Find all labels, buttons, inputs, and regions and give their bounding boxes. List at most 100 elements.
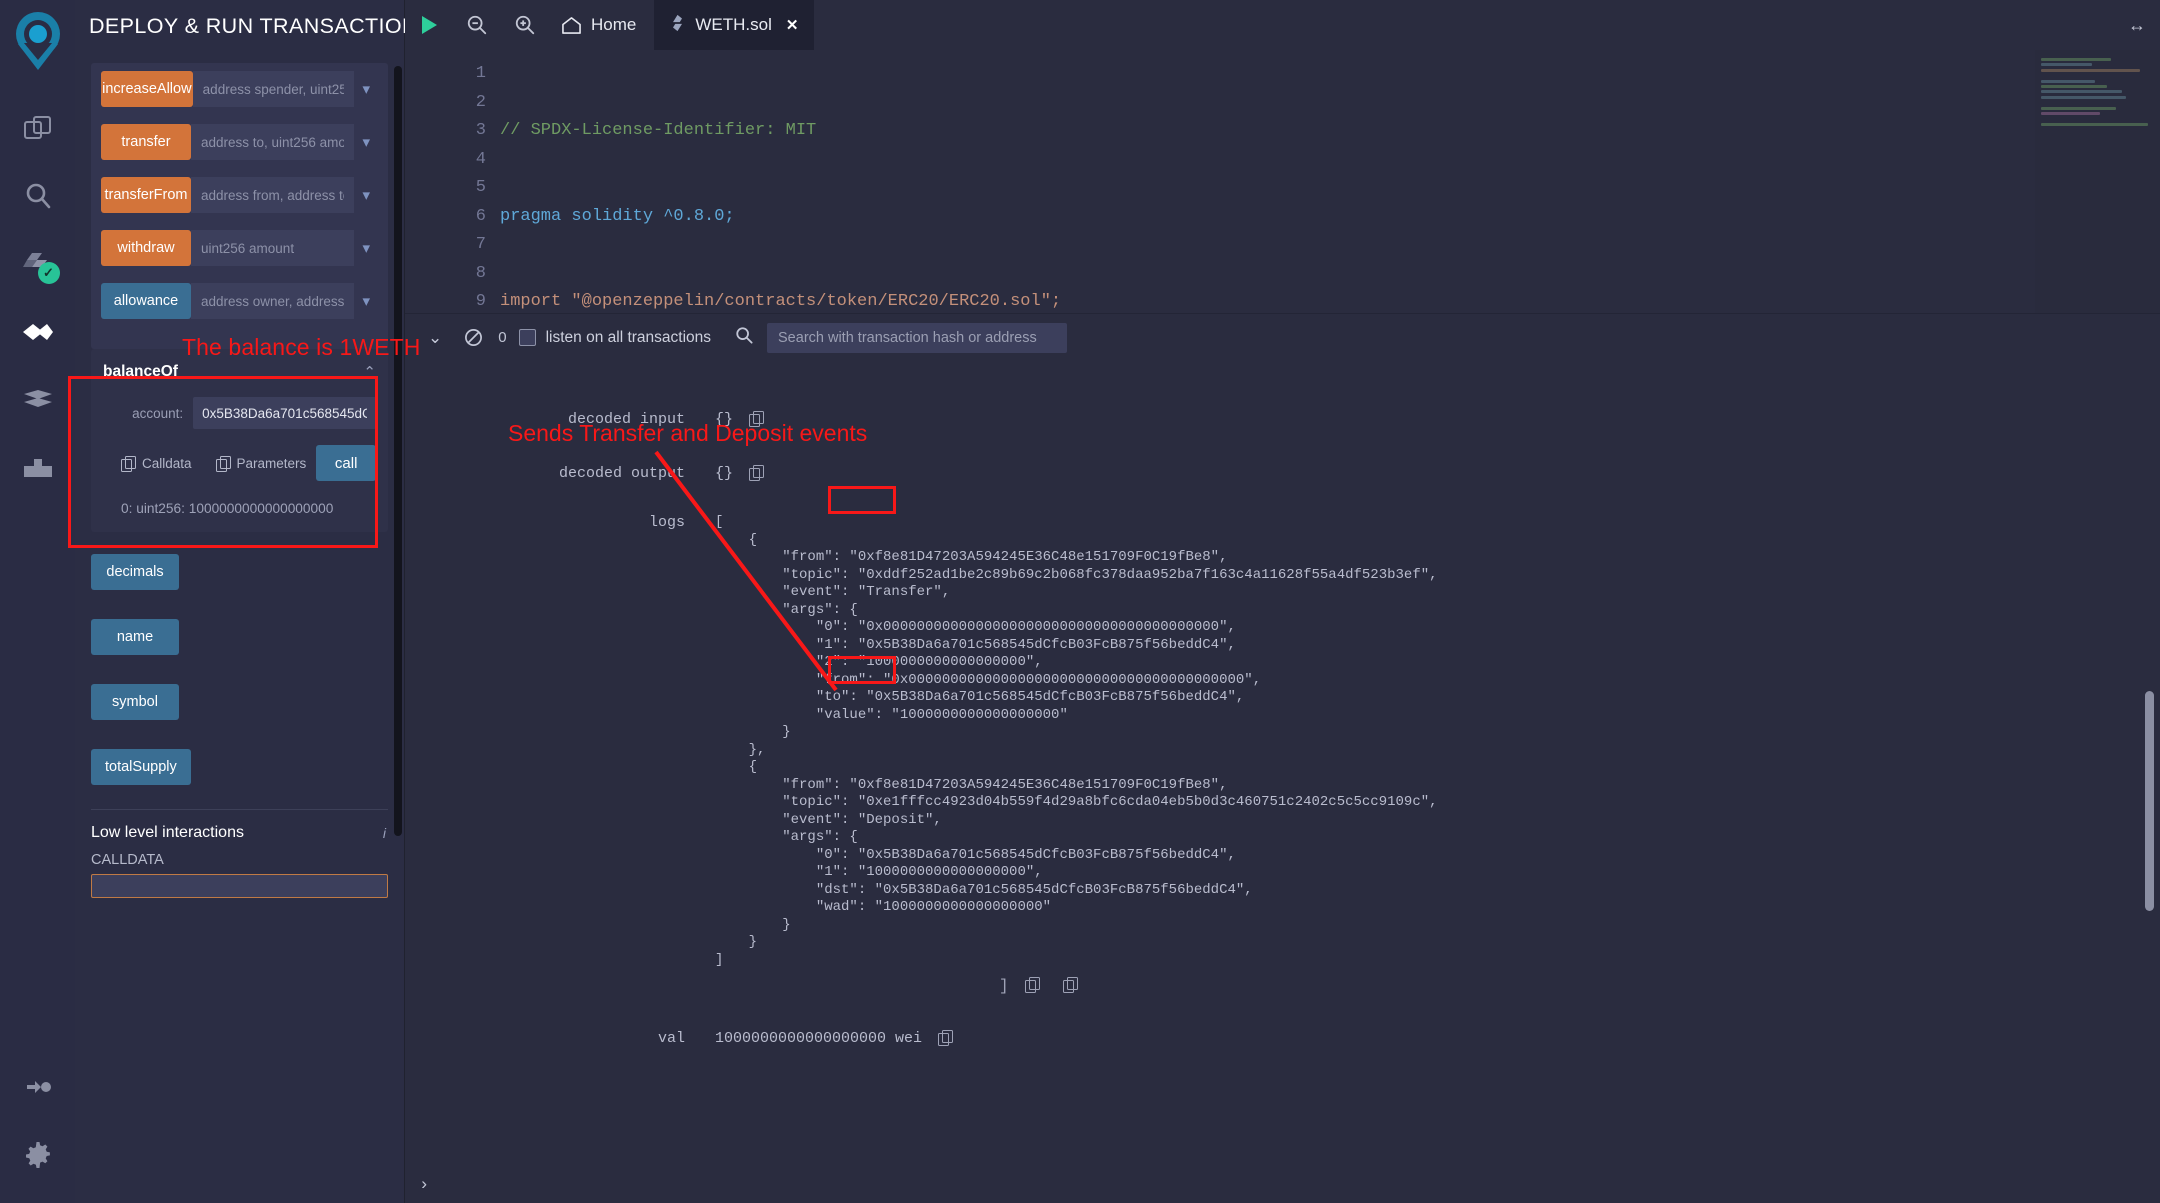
tab-home[interactable]: Home (549, 0, 654, 50)
compiler-success-badge: ✓ (37, 262, 60, 284)
terminal-console[interactable]: decoded input {} decoded output {} logs … (405, 361, 2160, 1203)
line-number: 1 (475, 64, 486, 83)
account-input[interactable] (193, 397, 376, 429)
name-button[interactable]: name (91, 619, 179, 655)
transfer-params-input[interactable] (191, 124, 355, 160)
line-number: 8 (475, 263, 486, 283)
totalSupply-row: totalSupply (75, 749, 404, 785)
function-row-transfer: transfer ▾ (91, 124, 388, 160)
zoom-out-icon[interactable] (453, 0, 501, 50)
logs-copy-row: ] (715, 977, 2160, 995)
remix-logo[interactable] (10, 10, 66, 72)
transferFrom-params-input[interactable] (191, 177, 355, 213)
code-line: import "@openzeppelin/contracts/token/ER… (500, 288, 2160, 313)
row-value: 1000000000000000000 wei (715, 1030, 923, 1047)
row-value: {} (715, 465, 734, 482)
withdraw-button[interactable]: withdraw (101, 230, 191, 266)
tab-weth-sol[interactable]: WETH.sol ✕ (654, 0, 815, 50)
solidity-file-icon (670, 14, 685, 37)
contract-functions-card: increaseAllow ▾ transfer ▾ transferFrom … (91, 63, 388, 349)
call-button[interactable]: call (316, 445, 376, 481)
balanceOf-result: 0: uint256: 1000000000000000000 (121, 501, 334, 516)
totalSupply-button[interactable]: totalSupply (91, 749, 191, 785)
transaction-search-input[interactable] (767, 322, 1068, 353)
low-level-title: Low level interactions (91, 824, 244, 841)
plugin-manager-icon[interactable] (8, 1053, 68, 1121)
console-prompt[interactable]: › (419, 1176, 429, 1195)
row-key: decoded output (558, 465, 685, 482)
copy-parameters-action[interactable]: Parameters (215, 455, 306, 472)
calldata-label: CALLDATA (91, 852, 164, 868)
function-row-increaseAllowance: increaseAllow ▾ (91, 71, 388, 107)
console-row-decoded-output: decoded output {} (405, 465, 2160, 482)
chevron-down-icon[interactable]: ▾ (354, 239, 378, 257)
settings-icon[interactable] (8, 1121, 68, 1189)
editor-minimap[interactable] (2035, 50, 2160, 313)
line-number: 7 (475, 235, 486, 254)
solidity-compiler-icon[interactable]: ✓ (8, 230, 68, 298)
account-label: account: (132, 405, 184, 421)
console-scrollbar[interactable] (2145, 691, 2154, 911)
pending-transactions-count: 0 (498, 329, 507, 346)
chevron-down-icon[interactable]: ▾ (354, 292, 378, 310)
code-content[interactable]: // SPDX-License-Identifier: MIT pragma s… (500, 50, 2160, 313)
copy-icon[interactable] (1062, 977, 1078, 993)
line-number: 6 (475, 206, 486, 226)
increaseAllowance-button[interactable]: increaseAllow (101, 71, 193, 107)
deploy-run-panel: DEPLOY & RUN TRANSACTIONS ✔ › increaseAl… (75, 0, 482, 1203)
decimals-button[interactable]: decimals (91, 554, 179, 590)
info-icon[interactable]: i (383, 825, 386, 841)
file-tab-label: WETH.sol (695, 15, 772, 34)
symbol-row: symbol (75, 684, 404, 720)
clear-console-icon[interactable] (453, 328, 494, 347)
panel-title: DEPLOY & RUN TRANSACTIONS (89, 14, 433, 38)
collapse-terminal-icon[interactable]: ⌄ (417, 328, 453, 348)
run-script-icon[interactable] (405, 0, 453, 50)
copy-icon[interactable] (749, 465, 765, 481)
copy-calldata-action[interactable]: Calldata (121, 455, 192, 472)
code-editor[interactable]: 1 2 3 4 5 6 7 8 9 10 11 12 13 // SPDX-Li… (405, 50, 2160, 313)
close-icon[interactable]: ✕ (786, 16, 799, 34)
search-icon (711, 326, 767, 349)
deploy-run-icon[interactable] (8, 298, 68, 366)
annotation-balance-text: The balance is 1WETH (182, 334, 421, 360)
copy-icon[interactable] (938, 1030, 954, 1046)
transfer-button[interactable]: transfer (101, 124, 191, 160)
copy-icon (121, 455, 136, 472)
transferFrom-button[interactable]: transferFrom (101, 177, 191, 213)
line-number: 3 (475, 121, 486, 140)
decimals-row: decimals (75, 554, 404, 590)
low-level-interactions-header: Low level interactions i (75, 810, 404, 842)
chevron-down-icon[interactable]: ▾ (354, 80, 378, 98)
file-explorer-icon[interactable] (8, 94, 68, 162)
symbol-button[interactable]: symbol (91, 684, 179, 720)
code-line-text: // SPDX-License-Identifier: MIT (500, 121, 817, 140)
remix-ide-window: ✓ DEPLOY & RUN TRANSACTIONS increaseAllo… (0, 0, 2160, 1203)
balanceOf-actions: Calldata Parameters call (103, 445, 376, 481)
code-line: // SPDX-License-Identifier: MIT (500, 117, 2160, 146)
panel-scrollbar[interactable] (394, 66, 402, 836)
library-icon[interactable] (8, 434, 68, 502)
copy-icon (215, 455, 231, 472)
calldata-input[interactable] (91, 874, 388, 898)
increaseAllowance-params-input[interactable] (192, 71, 355, 107)
main-area: Home WETH.sol ✕ ↔ 1 2 3 4 5 6 7 8 9 // S… (405, 0, 2160, 1203)
expand-editor-icon[interactable]: ↔ (2128, 15, 2146, 36)
copy-icon[interactable] (1024, 977, 1040, 993)
withdraw-params-input[interactable] (191, 230, 355, 266)
allowance-params-input[interactable] (191, 283, 355, 319)
chevron-down-icon[interactable]: ▾ (354, 186, 378, 204)
listen-all-transactions-checkbox[interactable] (518, 329, 536, 346)
allowance-button[interactable]: allowance (101, 283, 191, 319)
debugger-icon[interactable] (8, 366, 68, 434)
editor-tabbar: Home WETH.sol ✕ ↔ (405, 0, 2160, 50)
code-line: pragma solidity ^0.8.0; (500, 203, 2160, 232)
home-tab-label: Home (591, 15, 637, 34)
chevron-down-icon[interactable]: ▾ (354, 133, 378, 151)
console-row-logs: logs [ { "from": "0xf8e81D47203A594245E3… (405, 514, 2160, 969)
function-row-transferFrom: transferFrom ▾ (91, 177, 388, 213)
search-icon[interactable] (8, 162, 68, 230)
line-number: 2 (475, 92, 486, 112)
chevron-up-icon[interactable]: ⌃ (363, 363, 376, 381)
zoom-in-icon[interactable] (501, 0, 549, 50)
